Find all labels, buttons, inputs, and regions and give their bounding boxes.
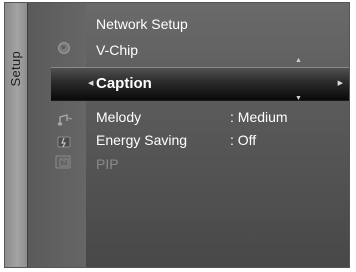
note-icon	[57, 114, 73, 126]
pip-icon: ?	[55, 155, 71, 169]
menu-item-label: Energy Saving	[96, 132, 188, 148]
menu-item-value: : Off	[230, 132, 257, 148]
menu-item-label: Melody	[96, 109, 142, 125]
menu-item-network-setup[interactable]: Network Setup	[86, 11, 349, 37]
menu-item-pip: PIP	[86, 151, 349, 177]
menu-item-value: : Medium	[230, 109, 288, 125]
globe-icon	[58, 42, 70, 54]
osd-menu-screen: Setup ? ◀ Caption ▶ Network Setup V-Chip…	[4, 2, 350, 268]
svg-text:?: ?	[62, 160, 66, 167]
menu-item-energy-saving[interactable]: Energy Saving : Off	[86, 127, 349, 153]
energy-icon	[57, 136, 71, 148]
side-tab-label: Setup	[8, 51, 23, 87]
setup-side-tab[interactable]: Setup	[5, 3, 28, 267]
scroll-up-icon: ▲	[295, 57, 302, 64]
menu-list: Network Setup V-Chip ▲ ▼ Melody : Medium…	[86, 3, 349, 267]
scroll-down-icon: ▼	[295, 95, 302, 102]
menu-item-label: V-Chip	[96, 42, 139, 58]
menu-item-label: Network Setup	[96, 16, 188, 32]
menu-item-label: PIP	[96, 156, 119, 172]
menu-item-v-chip[interactable]: V-Chip	[86, 37, 349, 63]
